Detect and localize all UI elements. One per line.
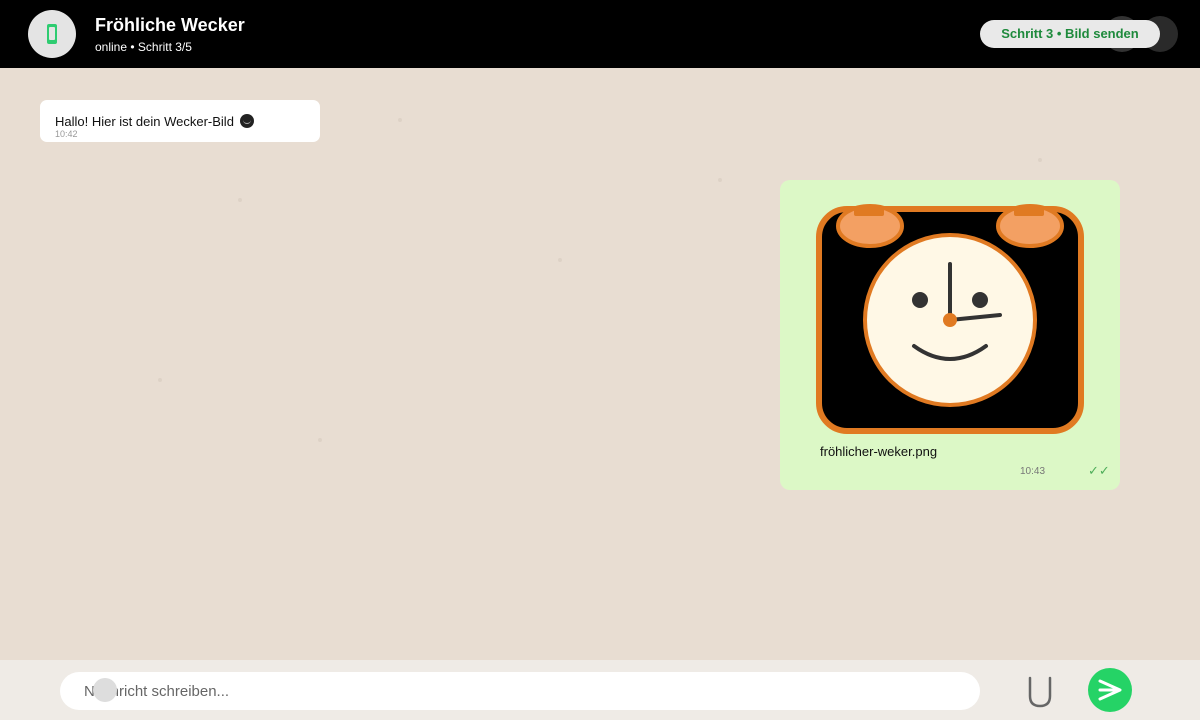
send-icon — [1098, 679, 1122, 701]
message-time: 10:42 — [55, 129, 78, 139]
double-check-icon: ✓✓ — [1088, 463, 1110, 478]
background-dot — [718, 178, 722, 182]
smile-emoji-icon — [239, 114, 254, 128]
background-dot — [158, 378, 162, 382]
emoji-button[interactable] — [93, 678, 117, 702]
chat-subtitle: online • Schritt 3/5 — [95, 40, 192, 54]
message-text: Hallo! Hier ist dein Wecker-Bild — [55, 114, 254, 129]
outgoing-image-message[interactable]: fröhlicher-weker.png 10:43 ✓✓ — [780, 180, 1120, 490]
image-filename: fröhlicher-weker.png — [820, 444, 938, 459]
incoming-message[interactable]: Hallo! Hier ist dein Wecker-Bild 10:42 — [40, 100, 320, 142]
message-time: 10:43 — [1020, 466, 1046, 477]
avatar[interactable] — [28, 10, 76, 58]
chat-title: Fröhliche Wecker — [95, 15, 245, 35]
background-dot — [1038, 158, 1042, 162]
alarm-clock-image[interactable] — [816, 200, 1084, 436]
send-button[interactable] — [1088, 668, 1132, 712]
message-input[interactable] — [60, 672, 980, 710]
step-badge: Schritt 3 • Bild senden — [980, 20, 1160, 48]
paperclip-icon[interactable] — [1026, 674, 1054, 710]
chat-area[interactable]: Hallo! Hier ist dein Wecker-Bild 10:42 f… — [0, 68, 1200, 660]
phone-icon — [47, 24, 57, 44]
background-dot — [558, 258, 562, 262]
chat-header: Fröhliche Wecker online • Schritt 3/5 Sc… — [0, 0, 1200, 68]
background-dot — [398, 118, 402, 122]
background-dot — [238, 198, 242, 202]
composer-bar — [0, 660, 1200, 720]
background-dot — [318, 438, 322, 442]
